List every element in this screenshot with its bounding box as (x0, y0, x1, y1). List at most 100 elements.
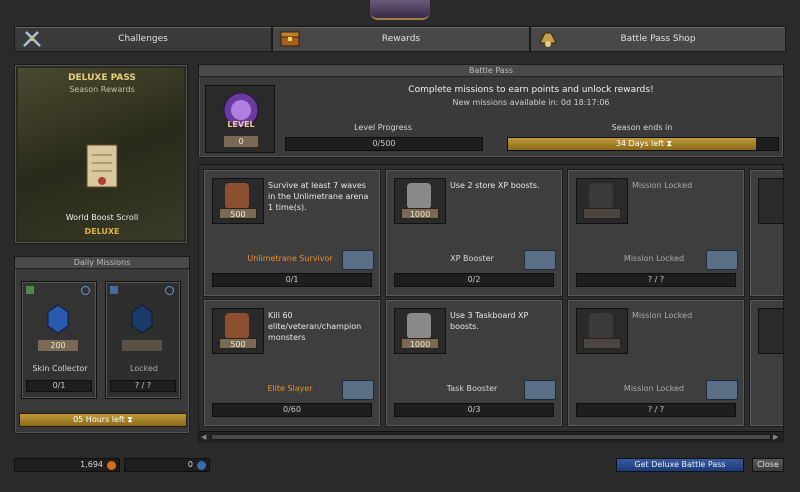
refresh-icon[interactable] (524, 250, 556, 270)
tab-bar: Challenges Rewards Battle Pass Shop (14, 26, 786, 52)
level-crest: LEVEL 0 (205, 85, 275, 153)
season-ends-value: 34 Days left (615, 139, 664, 148)
top-crest-icon (370, 0, 430, 20)
mission-description: Use 3 Taskboard XP boosts. (450, 311, 529, 331)
horizontal-scrollbar[interactable]: ◀ ▶ (199, 431, 783, 441)
gold-value: 1,694 (80, 460, 103, 469)
mission-card[interactable]: 500 Survive at least 7 waves in the Unli… (203, 169, 381, 297)
silver-badge-icon (407, 313, 431, 339)
token-icon (197, 461, 206, 470)
mission-card[interactable]: 1000 Use 2 store XP boosts. XP Booster 0… (385, 169, 563, 297)
mission-icon-box (758, 308, 783, 354)
tab-label: Battle Pass Shop (620, 34, 696, 44)
battle-pass-panel: Battle Pass LEVEL 0 Complete missions to… (198, 64, 784, 158)
daily-type-icon (110, 286, 118, 294)
mission-progress: 0/3 (394, 403, 554, 417)
mission-progress: 0/1 (212, 273, 372, 287)
mission-icon-box (576, 178, 628, 224)
tab-label: Rewards (381, 34, 421, 44)
mission-description: Use 2 store XP boosts. (450, 181, 540, 190)
mission-description: Mission Locked (632, 311, 693, 320)
refresh-icon[interactable] (524, 380, 556, 400)
token-value: 0 (187, 460, 193, 469)
mission-card[interactable]: 1000 Use 3 Taskboard XP boosts. Task Boo… (385, 299, 563, 427)
featured-pass-name: DELUXE PASS (68, 73, 136, 83)
featured-item-name: World Boost Scroll (65, 213, 139, 222)
scroll-left-arrow[interactable]: ◀ (201, 433, 209, 441)
daily-type-icon (26, 286, 34, 294)
mission-card-locked[interactable]: Mission Locked Mission Locked ? / ? (567, 299, 745, 427)
info-icon[interactable] (165, 286, 174, 295)
new-missions-timer: New missions available in: 0d 18:17:06 (452, 98, 610, 107)
daily-name: Locked (130, 364, 158, 373)
crossed-swords-icon (21, 29, 43, 49)
tab-rewards[interactable]: Rewards (272, 26, 530, 52)
scroll-icon (79, 141, 125, 193)
coin-icon (107, 461, 116, 470)
mission-progress: ? / ? (576, 403, 736, 417)
daily-progress: ? / ? (110, 380, 176, 392)
refresh-icon[interactable] (706, 380, 738, 400)
mission-icon-box: 500 (212, 308, 264, 354)
locked-badge-icon (589, 183, 613, 209)
hourglass-icon: ⧗ (127, 415, 133, 424)
refresh-icon[interactable] (706, 250, 738, 270)
missions-grid: 500 Survive at least 7 waves in the Unli… (198, 164, 784, 442)
daily-card-locked[interactable]: Locked ? / ? (105, 281, 181, 399)
mission-icon-box: 1000 (394, 308, 446, 354)
daily-missions-panel: Daily Missions 200 Skin Collector 0/1 Lo… (14, 256, 190, 434)
treasure-chest-icon (279, 29, 301, 49)
mission-points: 1000 (401, 338, 439, 349)
refresh-icon[interactable] (342, 380, 374, 400)
daily-progress: 0/1 (26, 380, 92, 392)
tab-battle-pass-shop[interactable]: Battle Pass Shop (530, 26, 786, 52)
info-icon[interactable] (81, 286, 90, 295)
tab-challenges[interactable]: Challenges (14, 26, 272, 52)
daily-points: 200 (38, 340, 78, 351)
mission-icon-box: 1000 (394, 178, 446, 224)
featured-reward-panel[interactable]: DELUXE PASS Season Rewards World Boost S… (14, 64, 188, 244)
mission-card[interactable]: 500 Kill 60 elite/veteran/champion monst… (203, 299, 381, 427)
token-display: 0 (124, 458, 210, 472)
mission-card-locked[interactable]: Mission Locked Mission Locked ? / ? (567, 169, 745, 297)
mission-points: 500 (219, 338, 257, 349)
mission-progress: ? / ? (576, 273, 736, 287)
mission-icon-box (758, 178, 783, 224)
close-button[interactable]: Close (752, 458, 784, 472)
daily-points (122, 340, 162, 351)
daily-missions-header: Daily Missions (15, 257, 189, 269)
mission-points (583, 208, 621, 219)
silver-badge-icon (407, 183, 431, 209)
featured-subtitle: Season Rewards (69, 85, 135, 94)
refresh-icon[interactable] (342, 250, 374, 270)
locked-gem-icon (130, 304, 154, 334)
tab-label: Challenges (118, 34, 168, 44)
season-ends-bar: 34 Days left ⧗ (507, 137, 779, 151)
mission-description: Survive at least 7 waves in the Unlimetr… (268, 181, 369, 212)
level-progress-bar: 0/500 (285, 137, 483, 151)
mission-points: 500 (219, 208, 257, 219)
level-label: LEVEL (227, 120, 255, 129)
locked-badge-icon (589, 313, 613, 339)
daily-card-skin-collector[interactable]: 200 Skin Collector 0/1 (21, 281, 97, 399)
battle-pass-header: Battle Pass (199, 65, 783, 77)
mission-points (583, 338, 621, 349)
daily-timer: 05 Hours left ⧗ (19, 413, 187, 427)
mission-progress: 0/2 (394, 273, 554, 287)
level-value: 0 (224, 136, 258, 147)
season-ends-text: 34 Days left ⧗ (508, 138, 780, 150)
get-deluxe-battle-pass-button[interactable]: Get Deluxe Battle Pass (616, 458, 744, 472)
scroll-right-arrow[interactable]: ▶ (773, 433, 781, 441)
mission-description: Mission Locked (632, 181, 693, 190)
featured-item-tag: DELUXE (84, 227, 120, 236)
level-progress-label: Level Progress (354, 123, 412, 132)
mission-card-partial[interactable] (749, 169, 783, 297)
blue-gem-icon (46, 304, 70, 334)
mission-icon-box (576, 308, 628, 354)
season-ends-label: Season ends in (611, 123, 673, 132)
scrollbar-thumb[interactable] (211, 434, 771, 440)
daily-name: Skin Collector (32, 364, 88, 373)
shop-icon (537, 29, 559, 49)
mission-card-partial[interactable] (749, 299, 783, 427)
daily-timer-text: 05 Hours left (73, 415, 125, 424)
